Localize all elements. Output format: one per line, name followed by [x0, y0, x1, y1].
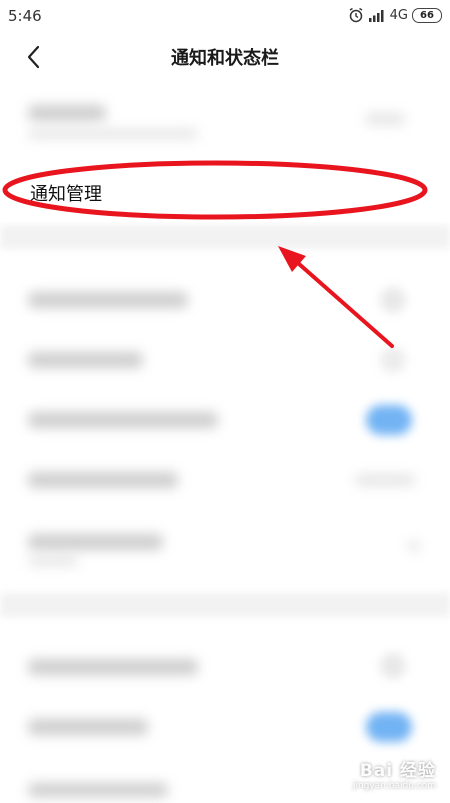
blurred-row[interactable] [0, 695, 450, 755]
status-icons: 4G 66 [348, 6, 442, 24]
status-bar: 5:46 4G 66 [0, 0, 450, 30]
alarm-icon [348, 7, 364, 23]
baidu-watermark: Bai 经验 jingyan.baidu.com [353, 756, 436, 791]
signal-icon [368, 8, 386, 22]
blurred-row[interactable] [0, 270, 450, 330]
blurred-row[interactable] [0, 450, 450, 510]
blurred-row[interactable] [0, 390, 450, 450]
title-bar: 通知和状态栏 [0, 30, 450, 82]
blurred-row[interactable] [0, 635, 450, 695]
status-time: 5:46 [8, 7, 42, 25]
blurred-row[interactable] [0, 85, 450, 155]
notification-management-item[interactable]: 通知管理 [0, 160, 450, 222]
network-type: 4G [389, 7, 408, 23]
blurred-row[interactable] [0, 330, 450, 390]
notification-management-label: 通知管理 [30, 184, 102, 205]
watermark-sub: jingyan.baidu.com [352, 781, 436, 791]
battery-indicator: 66 [412, 7, 442, 23]
page-title: 通知和状态栏 [171, 48, 279, 69]
watermark-main: Bai 经验 [359, 761, 436, 781]
blurred-row[interactable] [0, 510, 450, 580]
